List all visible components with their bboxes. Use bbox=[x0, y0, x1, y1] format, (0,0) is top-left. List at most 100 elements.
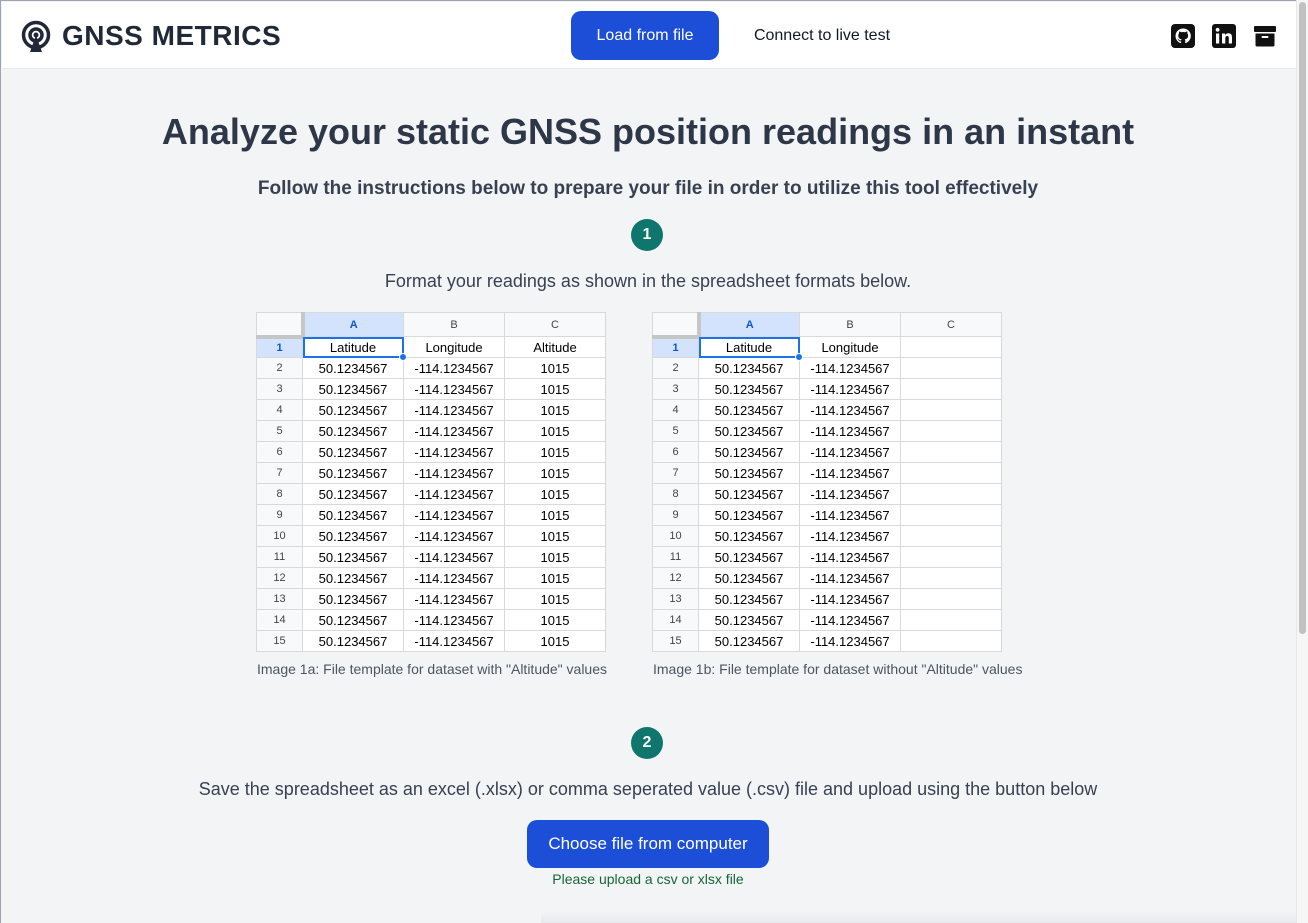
data-cell: 1015 bbox=[504, 378, 606, 400]
table-row: 3 50.1234567 -114.1234567 bbox=[652, 378, 1002, 400]
row-number: 12 bbox=[652, 567, 699, 589]
spreadsheet-template-without-altitude: A B C 1 Latitude Longitude 2 50.1234567 -114.123… bbox=[652, 312, 1002, 652]
data-cell: 50.1234567 bbox=[302, 504, 404, 526]
row-number: 11 bbox=[256, 546, 303, 568]
data-cell: 50.1234567 bbox=[698, 483, 800, 505]
data-cell: 1015 bbox=[504, 567, 606, 589]
step-1-text: Format your readings as shown in the spr… bbox=[384, 271, 912, 291]
row-number: 5 bbox=[652, 420, 699, 442]
data-cell: 50.1234567 bbox=[698, 567, 800, 589]
data-cell: 50.1234567 bbox=[302, 483, 404, 505]
load-from-file-button[interactable]: Load from file bbox=[571, 11, 719, 60]
connect-live-test-link[interactable]: Connect to live test bbox=[732, 11, 912, 60]
row-number: 4 bbox=[256, 399, 303, 421]
data-cell: -114.1234567 bbox=[403, 357, 505, 379]
header-cell: Latitude bbox=[698, 336, 800, 358]
browser-viewport: GNSS METRICS Load from file Connect to l… bbox=[0, 0, 1301, 923]
table-row: 13 50.1234567 -114.1234567 1015 bbox=[256, 588, 606, 610]
data-cell: -114.1234567 bbox=[403, 567, 505, 589]
header-cell: Longitude bbox=[403, 336, 505, 358]
data-cell: -114.1234567 bbox=[403, 441, 505, 463]
data-cell: 50.1234567 bbox=[698, 357, 800, 379]
data-cell: 1015 bbox=[504, 630, 606, 652]
row-number: 5 bbox=[256, 420, 303, 442]
data-cell: -114.1234567 bbox=[799, 420, 901, 442]
data-cell bbox=[900, 357, 1002, 379]
data-cell: -114.1234567 bbox=[403, 462, 505, 484]
table-row: 5 50.1234567 -114.1234567 bbox=[652, 420, 1002, 442]
vertical-scrollbar[interactable] bbox=[1296, 0, 1308, 923]
table-row: 13 50.1234567 -114.1234567 bbox=[652, 588, 1002, 610]
row-number: 14 bbox=[256, 609, 303, 631]
header-cell: Altitude bbox=[504, 336, 606, 358]
data-cell: 1015 bbox=[504, 420, 606, 442]
satellite-signal-icon bbox=[21, 20, 51, 52]
linkedin-icon[interactable] bbox=[1212, 24, 1236, 48]
data-cell bbox=[900, 420, 1002, 442]
data-cell: -114.1234567 bbox=[799, 483, 901, 505]
data-cell bbox=[900, 462, 1002, 484]
column-header-a: A bbox=[302, 312, 404, 337]
table-row: 9 50.1234567 -114.1234567 bbox=[652, 504, 1002, 526]
data-cell: -114.1234567 bbox=[799, 609, 901, 631]
top-navbar: GNSS METRICS Load from file Connect to l… bbox=[2, 2, 1296, 69]
table-row: 2 50.1234567 -114.1234567 1015 bbox=[256, 357, 606, 379]
data-cell: 1015 bbox=[504, 441, 606, 463]
data-cell: -114.1234567 bbox=[403, 588, 505, 610]
brand-logo[interactable]: GNSS METRICS bbox=[20, 20, 281, 52]
table-row: 8 50.1234567 -114.1234567 bbox=[652, 483, 1002, 505]
row-number: 15 bbox=[652, 630, 699, 652]
row-number: 6 bbox=[256, 441, 303, 463]
scrollbar-thumb[interactable] bbox=[1299, 2, 1306, 634]
github-icon[interactable] bbox=[1171, 24, 1195, 48]
row-number: 1 bbox=[652, 336, 699, 358]
data-cell: 1015 bbox=[504, 483, 606, 505]
sheet-corner bbox=[256, 312, 305, 339]
data-cell: -114.1234567 bbox=[403, 504, 505, 526]
data-cell: 50.1234567 bbox=[698, 525, 800, 547]
sheet-a-caption: Image 1a: File template for dataset with… bbox=[257, 661, 608, 677]
data-cell: -114.1234567 bbox=[799, 462, 901, 484]
page-title: Analyze your static GNSS position readin… bbox=[161, 111, 1135, 152]
data-cell: 50.1234567 bbox=[302, 609, 404, 631]
row-number: 9 bbox=[256, 504, 303, 526]
row-number: 10 bbox=[652, 525, 699, 547]
sheet-corner bbox=[652, 312, 701, 339]
data-cell: 50.1234567 bbox=[302, 357, 404, 379]
data-cell: -114.1234567 bbox=[403, 378, 505, 400]
data-cell: 50.1234567 bbox=[698, 462, 800, 484]
row-number: 12 bbox=[256, 567, 303, 589]
data-cell: 50.1234567 bbox=[698, 441, 800, 463]
table-row: 15 50.1234567 -114.1234567 1015 bbox=[256, 630, 606, 652]
table-row: 10 50.1234567 -114.1234567 1015 bbox=[256, 525, 606, 547]
archive-icon[interactable] bbox=[1253, 24, 1277, 48]
data-cell: 50.1234567 bbox=[698, 504, 800, 526]
row-number: 3 bbox=[652, 378, 699, 400]
data-cell bbox=[900, 525, 1002, 547]
row-number: 4 bbox=[652, 399, 699, 421]
data-cell: -114.1234567 bbox=[799, 378, 901, 400]
data-cell: 50.1234567 bbox=[698, 609, 800, 631]
data-cell: 1015 bbox=[504, 462, 606, 484]
choose-file-button[interactable]: Choose file from computer bbox=[527, 820, 769, 868]
column-header-c: C bbox=[504, 312, 606, 337]
data-cell: -114.1234567 bbox=[403, 609, 505, 631]
row-number: 6 bbox=[652, 441, 699, 463]
table-row: 7 50.1234567 -114.1234567 1015 bbox=[256, 462, 606, 484]
table-row: 11 50.1234567 -114.1234567 bbox=[652, 546, 1002, 568]
data-cell: -114.1234567 bbox=[799, 441, 901, 463]
data-cell: 50.1234567 bbox=[302, 630, 404, 652]
data-cell: 50.1234567 bbox=[698, 588, 800, 610]
sheet-b-caption: Image 1b: File template for dataset with… bbox=[653, 661, 1023, 677]
table-row: 2 50.1234567 -114.1234567 bbox=[652, 357, 1002, 379]
upload-hint: Please upload a csv or xlsx file bbox=[552, 871, 744, 887]
data-cell bbox=[900, 504, 1002, 526]
data-cell: -114.1234567 bbox=[403, 546, 505, 568]
table-row: 4 50.1234567 -114.1234567 bbox=[652, 399, 1002, 421]
data-cell: 50.1234567 bbox=[302, 588, 404, 610]
data-cell: 50.1234567 bbox=[698, 399, 800, 421]
brand-name: GNSS METRICS bbox=[62, 20, 282, 51]
table-row: 6 50.1234567 -114.1234567 bbox=[652, 441, 1002, 463]
row-number: 10 bbox=[256, 525, 303, 547]
table-row: 11 50.1234567 -114.1234567 1015 bbox=[256, 546, 606, 568]
